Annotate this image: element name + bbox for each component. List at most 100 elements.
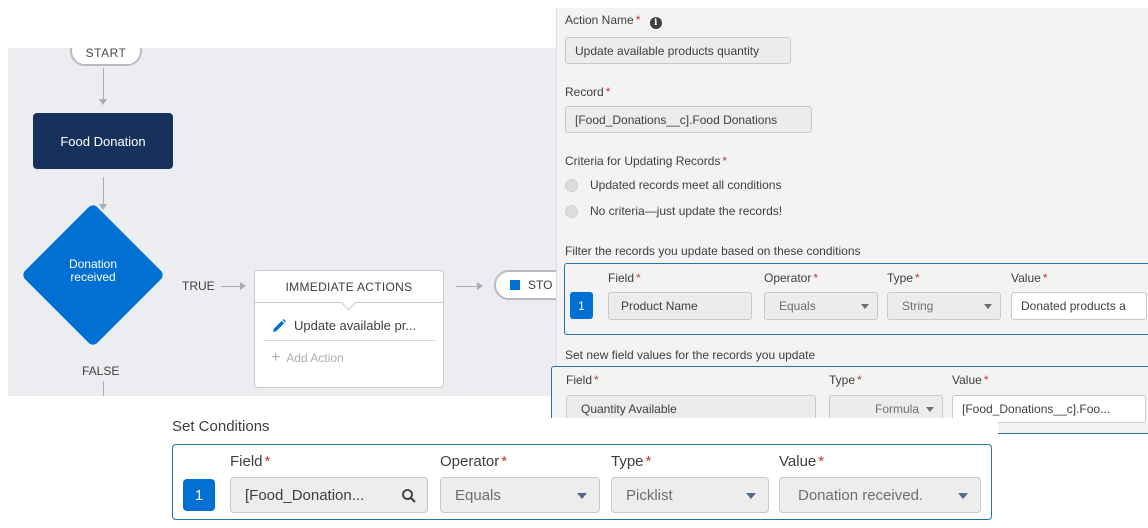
- row-number-badge: 1: [183, 479, 215, 511]
- record-input[interactable]: [Food_Donations__c].Food Donations: [565, 106, 812, 133]
- col-text: Field: [230, 453, 263, 470]
- chevron-down-icon: [958, 493, 968, 499]
- set-conditions-section: Set Conditions Field * Operator * Type * Va…: [168, 418, 998, 528]
- cond-col-type: Type *: [611, 453, 652, 470]
- stop-node[interactable]: STO: [494, 270, 556, 300]
- col-text: Value: [952, 373, 982, 387]
- stop-label: STO: [528, 278, 553, 292]
- type-value: String: [902, 299, 934, 313]
- filter-col-type: Type *: [887, 271, 920, 285]
- action-name-label-text: Action Name: [565, 13, 634, 27]
- filter-conditions-box: Field * Operator * Type * Value * 1 Product …: [564, 263, 1148, 335]
- info-icon[interactable]: i: [649, 17, 662, 29]
- action-panel: Action Name * i Update available products…: [551, 8, 1148, 434]
- false-branch-label: FALSE: [82, 364, 120, 378]
- stop-icon: [510, 280, 520, 290]
- type-value: Formula: [875, 402, 920, 416]
- set-values-label: Set new field values for the records you…: [565, 348, 816, 362]
- action-item-label: Update available pr...: [294, 318, 417, 333]
- criteria-option-all-conditions[interactable]: Updated records meet all conditions: [565, 178, 781, 192]
- record-value: [Food_Donations__c].Food Donations: [575, 112, 778, 127]
- filter-field-input[interactable]: Product Name: [608, 292, 752, 320]
- field-value: [Food_Donation...: [245, 486, 365, 504]
- col-text: Type: [611, 453, 644, 470]
- criteria-label: Criteria for Updating Records *: [565, 154, 728, 168]
- filter-label: Filter the records you update based on t…: [565, 244, 861, 258]
- filter-col-operator: Operator *: [764, 271, 819, 285]
- filter-type-select[interactable]: String: [887, 292, 1001, 320]
- criteria-option-label: Updated records meet all conditions: [590, 178, 782, 192]
- col-text: Field: [608, 271, 635, 285]
- radio-button[interactable]: [565, 204, 578, 218]
- cond-col-value: Value *: [779, 453, 825, 470]
- filter-value-input[interactable]: Donated products a: [1011, 292, 1147, 320]
- actions-header: IMMEDIATE ACTIONS: [255, 271, 443, 303]
- node-food-donation[interactable]: Food Donation: [33, 113, 173, 169]
- radio-button[interactable]: [565, 178, 578, 192]
- decision-label-line2: received: [70, 270, 116, 284]
- cond-operator-select[interactable]: Equals: [440, 477, 600, 513]
- operator-value: Equals: [779, 299, 816, 313]
- col-text: Value: [779, 453, 817, 470]
- chevron-down-icon: [984, 304, 992, 309]
- search-icon[interactable]: [401, 488, 417, 504]
- criteria-option-label: No criteria—just update the records!: [590, 204, 783, 218]
- cond-col-field: Field *: [230, 453, 271, 470]
- action-item-update[interactable]: Update available pr...: [263, 311, 435, 341]
- filter-col-value: Value *: [1011, 271, 1048, 285]
- true-branch-label: TRUE: [182, 279, 215, 293]
- filter-col-field: Field *: [608, 271, 641, 285]
- arrow-down-icon: [99, 99, 107, 105]
- cond-type-select[interactable]: Picklist: [611, 477, 769, 513]
- chevron-down-icon: [861, 304, 869, 309]
- chevron-down-icon: [577, 493, 587, 499]
- chevron-down-icon: [746, 493, 756, 499]
- filter-operator-select[interactable]: Equals: [764, 292, 878, 320]
- section-title: Set Conditions: [172, 418, 270, 435]
- node-label: Food Donation: [60, 133, 146, 149]
- criteria-option-no-criteria[interactable]: No criteria—just update the records!: [565, 204, 782, 218]
- col-text: Operator: [764, 271, 812, 285]
- action-name-input[interactable]: Update available products quantity: [565, 37, 791, 64]
- connector: [221, 286, 241, 287]
- col-text: Type: [887, 271, 914, 285]
- row-number-badge: 1: [570, 292, 593, 319]
- action-name-value: Update available products quantity: [575, 43, 760, 58]
- immediate-actions-box: IMMEDIATE ACTIONS Update available pr...…: [254, 270, 444, 388]
- conditions-row-box: Field * Operator * Type * Value * 1 [Food_Do…: [172, 444, 992, 520]
- col-text: Type: [829, 373, 856, 387]
- connector: [103, 381, 104, 396]
- col-text: Operator: [440, 453, 500, 470]
- set-col-field: Field *: [566, 373, 599, 387]
- field-value: Product Name: [621, 299, 698, 313]
- pencil-icon: [273, 318, 286, 332]
- connector: [456, 286, 478, 287]
- arrow-right-icon: [477, 282, 483, 290]
- record-label: Record *: [565, 85, 611, 99]
- add-action-label: Add Action: [286, 351, 344, 365]
- type-value: Picklist: [626, 486, 673, 504]
- value-text: Donated products a: [1021, 299, 1126, 313]
- criteria-label-text: Criteria for Updating Records: [565, 154, 721, 168]
- cond-value-select[interactable]: Donation received.: [779, 477, 981, 513]
- cond-col-operator: Operator *: [440, 453, 508, 470]
- action-name-label: Action Name * i: [565, 13, 662, 29]
- value-text: Donation received.: [798, 486, 924, 504]
- operator-value: Equals: [455, 486, 501, 504]
- col-text: Field: [566, 373, 593, 387]
- col-text: Value: [1011, 271, 1041, 285]
- add-action-button[interactable]: + Add Action: [271, 349, 435, 366]
- plus-icon: +: [271, 349, 281, 366]
- start-node[interactable]: START: [70, 48, 142, 66]
- value-text: [Food_Donations__c].Foo...: [962, 402, 1111, 416]
- field-value: Quantity Available: [581, 402, 677, 416]
- flow-canvas: START Food Donation Donation received TR…: [8, 48, 556, 396]
- decision-label: Donation received: [38, 258, 148, 284]
- set-col-type: Type *: [829, 373, 862, 387]
- arrow-right-icon: [240, 282, 246, 290]
- cond-field-lookup[interactable]: [Food_Donation...: [230, 477, 428, 513]
- chevron-down-icon: [926, 407, 934, 412]
- record-label-text: Record: [565, 85, 604, 99]
- start-label: START: [85, 48, 127, 60]
- connector: [103, 177, 104, 205]
